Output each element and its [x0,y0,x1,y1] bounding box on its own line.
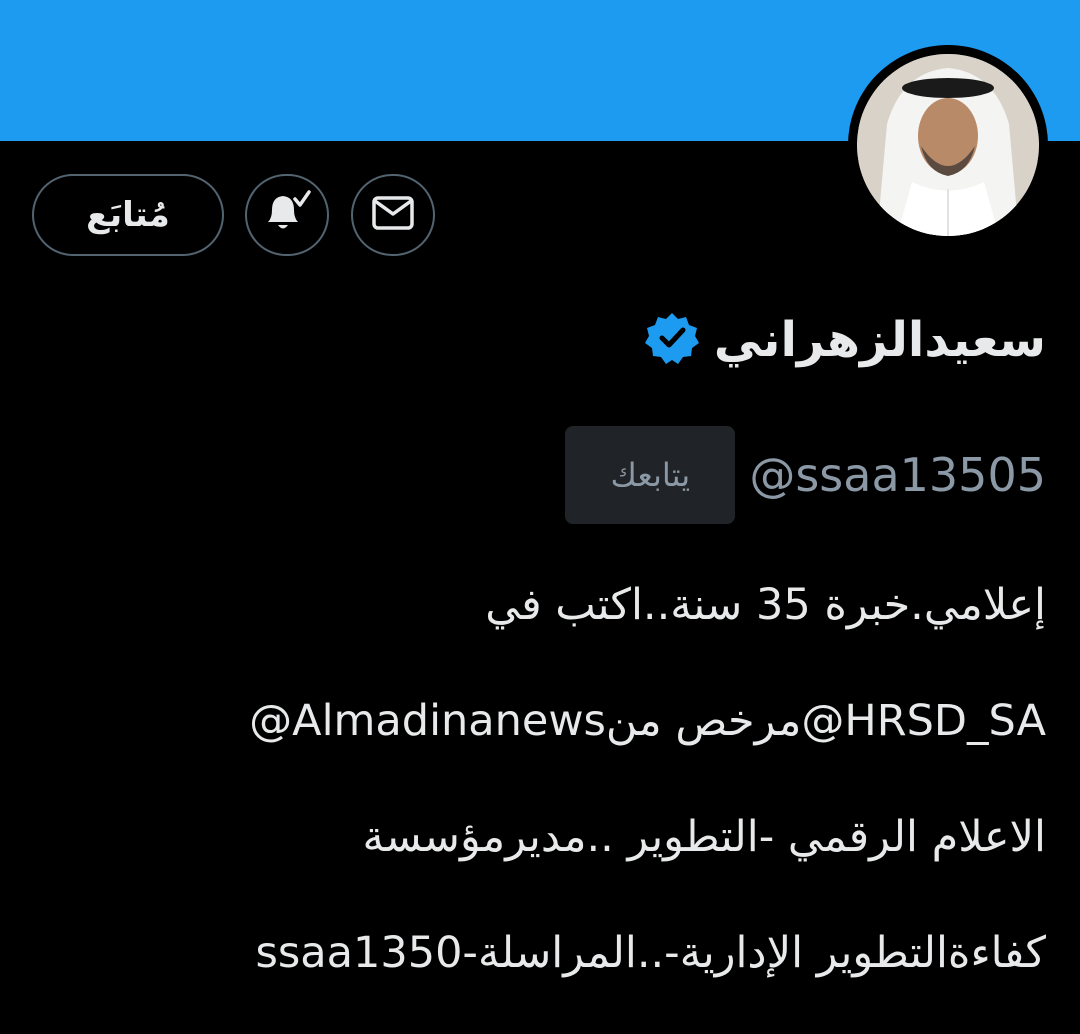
follows-you-badge: يتابعك [565,426,736,524]
following-button[interactable]: مُتابَع [32,174,224,256]
bell-check-icon [262,190,312,240]
profile-photo [857,54,1039,236]
following-label: مُتابَع [86,195,170,235]
display-name: سعيدالزهراني [713,312,1046,368]
verified-badge-icon [644,310,700,370]
profile-bio: إعلامي.خبرة 35 سنة..اكتب في @Almadinanew… [36,570,1046,1034]
bio-line: الاعلام الرقمي -التطوير ..مديرمؤسسة [362,812,1047,862]
notifications-button[interactable] [245,174,329,256]
bio-line[interactable]: @Almadinanewsمرخص من@HRSD_SA [36,686,1046,802]
profile-name-row: سعيدالزهراني [644,300,1046,380]
user-handle: @ssaa13505 [749,448,1046,502]
bio-line: كفاءةالتطوير الإدارية-..المراسلة-ssaa135… [255,928,1046,978]
message-button[interactable] [351,174,435,256]
avatar[interactable] [848,45,1048,245]
bio-line: إعلامي.خبرة 35 سنة..اكتب في [485,580,1046,630]
handle-row: يتابعك @ssaa13505 [565,425,1046,525]
envelope-icon [371,195,415,235]
